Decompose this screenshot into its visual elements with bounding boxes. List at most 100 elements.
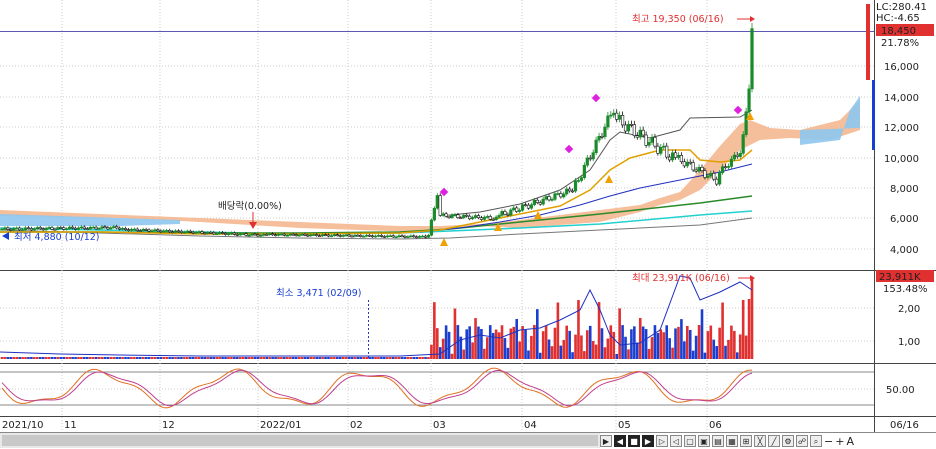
- volume-bar: [162, 357, 166, 359]
- volume-bar: [77, 357, 80, 359]
- candle-body: [309, 234, 313, 237]
- volume-bar: [38, 357, 42, 359]
- candle-body: [618, 115, 622, 120]
- volume-bar: [185, 357, 189, 359]
- x-axis: 2021/10 11 12 2022/01 02 03 04 05 06 06/…: [2, 420, 919, 431]
- volume-bar: [338, 357, 342, 359]
- candle-body: [665, 145, 669, 158]
- candle-body: [415, 236, 419, 239]
- volume-bar: [644, 329, 648, 359]
- search-icon[interactable]: ⌕: [810, 435, 822, 447]
- volume-bar: [150, 357, 154, 359]
- volume-bar: [550, 346, 554, 359]
- volume-bar: [474, 318, 477, 359]
- candle-body: [85, 228, 89, 230]
- candle-body: [23, 227, 28, 230]
- candle-body: [197, 231, 201, 233]
- measure-icon[interactable]: ╳: [754, 435, 766, 447]
- volume-bar: [135, 357, 139, 359]
- candle-body: [329, 235, 334, 237]
- settings-icon[interactable]: ⚙: [782, 435, 794, 447]
- volume-bar: [615, 353, 619, 359]
- volume-bar: [421, 357, 424, 359]
- candle-body: [400, 235, 404, 238]
- candle-body: [491, 218, 495, 221]
- copy-icon[interactable]: ▢: [684, 435, 696, 447]
- candle-body: [529, 204, 534, 209]
- volume-bar: [374, 357, 377, 359]
- candle-body: [303, 233, 307, 236]
- candle-body: [126, 229, 131, 231]
- volume-pct: 153.48%: [883, 284, 928, 295]
- candle-body: [385, 235, 389, 238]
- volume-bar: [56, 357, 60, 359]
- ruler-icon[interactable]: ⊞: [740, 435, 752, 447]
- volume-min-annotation: 최소 3,471 (02/09): [276, 288, 362, 299]
- candle-body: [220, 232, 225, 234]
- volume-bar: [624, 336, 627, 359]
- scrollbar-thumb[interactable]: [2, 435, 598, 446]
- volume-bar: [430, 344, 433, 359]
- line-icon[interactable]: ╱: [768, 435, 780, 447]
- play-forward-button[interactable]: ▶: [642, 435, 654, 447]
- candle-body: [144, 229, 148, 231]
- volume-bar: [177, 357, 180, 359]
- compare-icon[interactable]: ▤: [712, 435, 724, 447]
- candle-body: [538, 202, 542, 205]
- volume-bar: [659, 329, 663, 359]
- volume-bar: [147, 357, 151, 359]
- candle-body: [656, 145, 660, 154]
- candle-body: [209, 231, 213, 234]
- stock-chart[interactable]: 최고 19,350 (06/16) 최저 4,880 (10/12) 배당락(0…: [0, 0, 936, 449]
- candle-body: [541, 198, 545, 205]
- font-button[interactable]: A: [846, 435, 854, 448]
- candle-body: [535, 199, 539, 203]
- stochastic-tick: 50.00: [886, 385, 915, 396]
- candle-body: [306, 234, 310, 237]
- volume-bar: [168, 357, 171, 359]
- window-icon[interactable]: ▣: [698, 435, 710, 447]
- volume-bar: [606, 338, 610, 359]
- volume-bar: [362, 357, 366, 359]
- candle-body: [173, 230, 178, 233]
- play-back-button[interactable]: ◀: [614, 435, 626, 447]
- candle-body: [285, 234, 289, 237]
- volume-bar: [247, 357, 251, 359]
- grid-icon[interactable]: ▦: [726, 435, 738, 447]
- volume-bar: [650, 337, 654, 359]
- candle-body: [729, 158, 734, 167]
- volume-bar: [377, 357, 380, 359]
- volume-bar: [315, 357, 319, 359]
- range-button[interactable]: ▷: [656, 435, 668, 447]
- stop-button[interactable]: ■: [628, 435, 640, 447]
- volume-bar: [130, 357, 133, 359]
- zoom-in-button[interactable]: +: [835, 435, 844, 448]
- candle-body: [718, 172, 722, 185]
- zoom-out-button[interactable]: −: [824, 435, 833, 448]
- candle-body: [426, 234, 431, 238]
- volume-bar: [318, 357, 321, 359]
- volume-bar: [580, 335, 583, 359]
- volume-bar: [674, 328, 677, 359]
- volume-bar: [277, 357, 280, 359]
- candle-body: [568, 188, 572, 192]
- volume-bar: [697, 325, 701, 359]
- volume-bar: [403, 357, 407, 359]
- volume-bar: [668, 338, 671, 359]
- candle-body: [50, 227, 54, 230]
- candle-body: [3, 227, 7, 230]
- volume-bar: [85, 357, 89, 359]
- volume-bar: [488, 325, 492, 359]
- candle-body: [679, 155, 684, 163]
- volume-bar: [306, 357, 310, 359]
- volume-bar: [356, 357, 360, 359]
- volume-bar: [91, 357, 95, 359]
- candle-body: [732, 154, 736, 160]
- scroll-left-button[interactable]: ▶: [600, 435, 612, 447]
- volume-bar: [683, 341, 686, 359]
- volume-bar: [447, 331, 451, 359]
- volume-bar: [483, 348, 486, 359]
- low-annotation: 최저 4,880 (10/12): [14, 232, 100, 243]
- link-icon[interactable]: ☍: [796, 435, 808, 447]
- pan-button[interactable]: ◁: [670, 435, 682, 447]
